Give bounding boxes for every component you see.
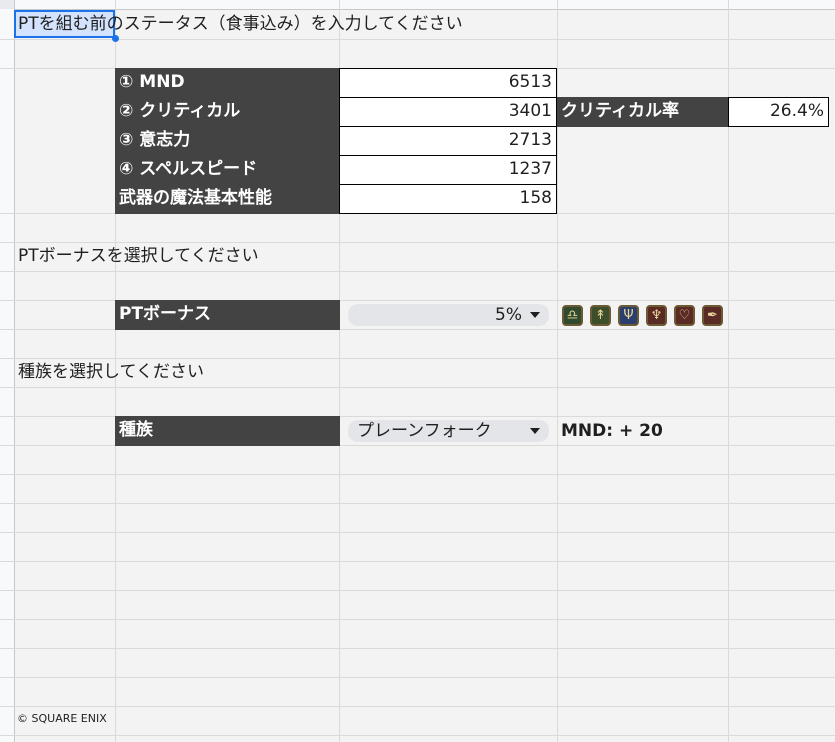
pt-bonus-selected: 5% (495, 305, 522, 325)
stat-label-critical[interactable]: ② クリティカル (115, 97, 340, 127)
pt-bonus-heading[interactable]: PTボーナスを選択してください (18, 242, 259, 271)
staff-icon: ↟ (590, 305, 611, 326)
stat-value-critical[interactable]: 3401 (339, 97, 557, 127)
heart-icon: ♡ (674, 305, 695, 326)
dropdown-arrow-icon (530, 428, 540, 434)
column-header-bar[interactable] (0, 0, 835, 10)
grid-line (0, 735, 835, 736)
grid-line (0, 271, 835, 272)
grid-line (0, 387, 835, 388)
grid-line (0, 648, 835, 649)
stat-value-spell-speed[interactable]: 1237 (339, 155, 557, 185)
crit-rate-label[interactable]: クリティカル率 (557, 97, 729, 127)
copyright: © SQUARE ENIX (17, 712, 107, 725)
dropdown-arrow-icon (530, 312, 540, 318)
pt-bonus-dropdown[interactable]: 5% (348, 304, 549, 326)
race-bonus[interactable]: MND: + 20 (561, 417, 663, 446)
race-selected: プレーンフォーク (357, 421, 492, 441)
stat-label-determination[interactable]: ③ 意志力 (115, 126, 340, 156)
grid-line (0, 39, 835, 40)
grid-line (0, 677, 835, 678)
status-heading[interactable]: PTを組む前のステータス（食事込み）を入力してください (18, 10, 463, 39)
quill-icon: ✒ (702, 305, 723, 326)
balance-icon: ♎ (562, 305, 583, 326)
grid-line (0, 532, 835, 533)
stat-value-determination[interactable]: 2713 (339, 126, 557, 156)
trident-icon: Ψ (618, 305, 639, 326)
grid-line (0, 706, 835, 707)
race-dropdown[interactable]: プレーンフォーク (348, 420, 549, 442)
pt-bonus-label[interactable]: PTボーナス (115, 300, 340, 330)
grid-line (0, 503, 835, 504)
grid-line (0, 590, 835, 591)
stat-label-weapon-magic[interactable]: 武器の魔法基本性能 (115, 184, 340, 214)
stat-value-mnd[interactable]: 6513 (339, 68, 557, 98)
race-label[interactable]: 種族 (115, 416, 340, 446)
grid-line (0, 619, 835, 620)
race-heading[interactable]: 種族を選択してください (18, 358, 204, 387)
select-all-corner[interactable] (0, 0, 14, 9)
stat-label-mnd[interactable]: ① MND (115, 68, 340, 98)
crest-icon: ♆ (646, 305, 667, 326)
row-header-bar[interactable] (0, 0, 15, 742)
stat-label-spell-speed[interactable]: ④ スペルスピード (115, 155, 340, 185)
grid-line (0, 474, 835, 475)
stat-value-weapon-magic[interactable]: 158 (339, 184, 557, 214)
grid-line (0, 561, 835, 562)
crit-rate-value[interactable]: 26.4% (728, 97, 829, 127)
